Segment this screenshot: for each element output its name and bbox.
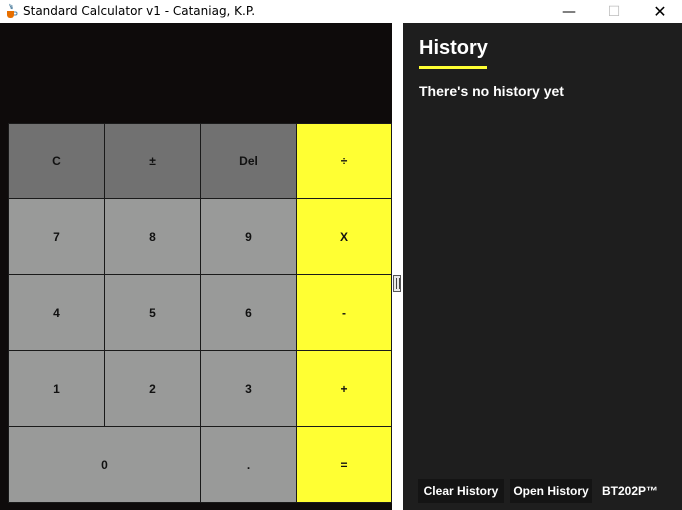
- subtract-button[interactable]: -: [296, 274, 392, 351]
- history-title: History: [419, 37, 488, 59]
- digit-5-button[interactable]: 5: [104, 274, 201, 351]
- equals-button[interactable]: =: [296, 426, 392, 503]
- split-pane-divider-handle[interactable]: [393, 275, 401, 292]
- brand-label: BT202P™: [598, 479, 662, 503]
- digit-8-button[interactable]: 8: [104, 198, 201, 275]
- history-title-underline: [419, 66, 487, 69]
- title-bar: Standard Calculator v1 - Cataniag, K.P. …: [0, 0, 682, 23]
- java-cup-icon: [7, 3, 18, 18]
- digit-1-button[interactable]: 1: [8, 350, 105, 427]
- keypad: C ± Del ÷ 7 8 9 X 4 5 6 - 1 2 3 + 0 . =: [8, 123, 392, 503]
- digit-4-button[interactable]: 4: [8, 274, 105, 351]
- delete-button[interactable]: Del: [200, 123, 297, 199]
- window-title: Standard Calculator v1 - Cataniag, K.P.: [23, 4, 256, 18]
- digit-7-button[interactable]: 7: [8, 198, 105, 275]
- digit-0-button[interactable]: 0: [8, 426, 201, 503]
- maximize-button[interactable]: ☐: [591, 0, 637, 23]
- divide-button[interactable]: ÷: [296, 123, 392, 199]
- add-button[interactable]: +: [296, 350, 392, 427]
- multiply-button[interactable]: X: [296, 198, 392, 275]
- open-history-button[interactable]: Open History: [510, 479, 592, 503]
- close-button[interactable]: ✕: [637, 0, 682, 23]
- history-panel: History There's no history yet Clear His…: [403, 23, 682, 510]
- calculator-display: [0, 23, 392, 123]
- digit-9-button[interactable]: 9: [200, 198, 297, 275]
- history-empty-message: There's no history yet: [419, 83, 564, 99]
- minimize-button[interactable]: —: [546, 0, 592, 23]
- digit-2-button[interactable]: 2: [104, 350, 201, 427]
- digit-3-button[interactable]: 3: [200, 350, 297, 427]
- calculator-panel: C ± Del ÷ 7 8 9 X 4 5 6 - 1 2 3 + 0 . =: [0, 23, 392, 510]
- digit-6-button[interactable]: 6: [200, 274, 297, 351]
- clear-button[interactable]: C: [8, 123, 105, 199]
- decimal-button[interactable]: .: [200, 426, 297, 503]
- clear-history-button[interactable]: Clear History: [418, 479, 504, 503]
- negate-button[interactable]: ±: [104, 123, 201, 199]
